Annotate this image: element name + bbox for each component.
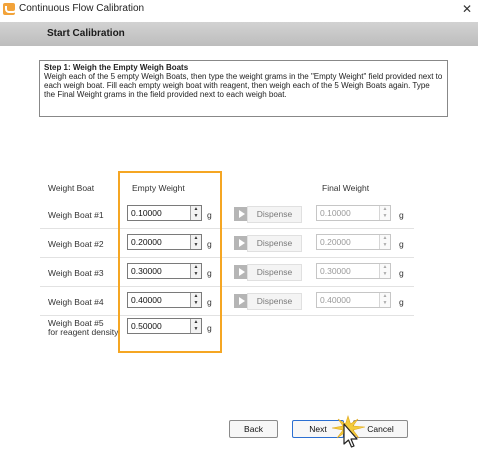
play-icon[interactable] xyxy=(234,294,248,308)
instructions-box: Step 1: Weigh the Empty Weigh Boats Weig… xyxy=(39,60,448,117)
play-icon[interactable] xyxy=(234,236,248,250)
row-divider xyxy=(40,228,414,229)
row-label-boat-1: Weigh Boat #1 xyxy=(48,210,104,220)
row-label-boat-2: Weigh Boat #2 xyxy=(48,239,104,249)
window-title: Continuous Flow Calibration xyxy=(19,3,145,14)
row-divider xyxy=(40,286,414,287)
row-divider xyxy=(40,315,414,316)
spinner-arrows: ▲ ▼ xyxy=(379,206,390,220)
row-label-boat-4: Weigh Boat #4 xyxy=(48,297,104,307)
final-weight-input-3[interactable]: 0.30000 ▲ ▼ xyxy=(316,263,391,279)
header-band: Start Calibration xyxy=(0,22,478,46)
dispense-button-3[interactable]: Dispense xyxy=(247,264,302,281)
play-icon[interactable] xyxy=(234,265,248,279)
page-title: Start Calibration xyxy=(47,28,125,39)
empty-weight-highlight xyxy=(118,171,222,353)
calibration-window: Continuous Flow Calibration ✕ Start Cali… xyxy=(0,0,478,450)
row-label-boat-3: Weigh Boat #3 xyxy=(48,268,104,278)
unit-label: g xyxy=(399,239,404,249)
title-bar: Continuous Flow Calibration ✕ xyxy=(0,0,478,18)
spinner-arrows: ▲ ▼ xyxy=(379,235,390,249)
play-icon[interactable] xyxy=(234,207,248,221)
dispense-button-2[interactable]: Dispense xyxy=(247,235,302,252)
click-cursor-icon xyxy=(331,415,366,448)
final-weight-input-4[interactable]: 0.40000 ▲ ▼ xyxy=(316,292,391,308)
final-weight-input-1[interactable]: 0.10000 ▲ ▼ xyxy=(316,205,391,221)
final-weight-input-2[interactable]: 0.20000 ▲ ▼ xyxy=(316,234,391,250)
column-header-final: Final Weight xyxy=(322,183,370,193)
close-icon[interactable]: ✕ xyxy=(462,2,472,16)
dispense-button-4[interactable]: Dispense xyxy=(247,293,302,310)
app-icon xyxy=(3,3,17,15)
dispense-button-1[interactable]: Dispense xyxy=(247,206,302,223)
unit-label: g xyxy=(399,297,404,307)
unit-label: g xyxy=(399,268,404,278)
unit-label: g xyxy=(399,210,404,220)
spinner-arrows: ▲ ▼ xyxy=(379,264,390,278)
row-divider xyxy=(40,257,414,258)
back-button[interactable]: Back xyxy=(229,420,278,438)
spinner-arrows: ▲ ▼ xyxy=(379,293,390,307)
column-header-boat: Weight Boat xyxy=(48,183,95,193)
step-instructions: Weigh each of the 5 empty Weigh Boats, t… xyxy=(44,72,443,99)
row-label-boat-5: Weigh Boat #5 for reagent density xyxy=(48,318,119,337)
step-title: Step 1: Weigh the Empty Weigh Boats xyxy=(44,63,189,72)
